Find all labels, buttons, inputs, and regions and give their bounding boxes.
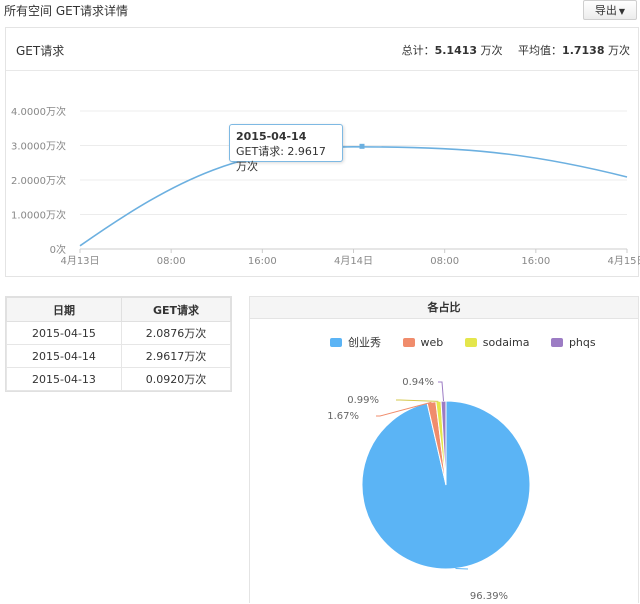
- table-cell-value: 0.0920万次: [120, 367, 232, 391]
- slice-leader-line: [455, 567, 469, 570]
- page-title: 所有空间 GET请求详情: [4, 4, 129, 18]
- tooltip-text: GET请求: 2.9617万次: [236, 145, 326, 173]
- legend-label: sodaima: [482, 336, 530, 349]
- export-button[interactable]: 导出 ▼: [583, 0, 637, 20]
- table-row: 2015-04-13 0.0920万次: [6, 367, 232, 391]
- data-table-panel: 日期 GET请求 2015-04-15 2.0876万次 2015-04-14 …: [5, 296, 232, 392]
- table-cell-date: 2015-04-13: [6, 367, 122, 391]
- legend-swatch: [464, 338, 477, 347]
- slice-leader-line: [396, 399, 439, 402]
- caret-down-icon: ▼: [618, 7, 626, 16]
- export-label: 导出: [594, 4, 617, 17]
- legend-item[interactable]: 创业秀: [330, 334, 381, 350]
- x-tick-label: 4月15日: [607, 255, 640, 267]
- pie-legend: 创业秀 web sodaima phqs: [330, 334, 614, 350]
- pie-chart-panel: 各占比 96.39% 1.67% 0.99% 0.94% 创业秀 web sodaim…: [249, 296, 639, 603]
- table-row: 2015-04-14 2.9617万次: [6, 344, 232, 368]
- legend-label: 创业秀: [348, 336, 381, 349]
- table-cell-date: 2015-04-14: [6, 344, 122, 368]
- x-tick-label: 16:00: [248, 256, 277, 267]
- slice-label: 96.39%: [470, 591, 508, 602]
- x-tick-label: 4月13日: [60, 255, 99, 267]
- y-tick-label: 2.0000万次: [11, 174, 66, 187]
- slice-label: 1.67%: [327, 411, 359, 422]
- x-tick-label: 08:00: [157, 256, 186, 267]
- slice-label: 0.94%: [402, 377, 434, 388]
- legend-label: web: [420, 336, 444, 349]
- slice-label: 0.99%: [347, 395, 379, 406]
- legend-item[interactable]: phqs: [550, 336, 596, 349]
- x-tick-label: 08:00: [430, 256, 459, 267]
- series-line: [79, 146, 628, 247]
- legend-swatch: [550, 338, 563, 347]
- x-tick-label: 16:00: [521, 256, 550, 267]
- legend-swatch: [402, 338, 415, 347]
- y-tick-label: 4.0000万次: [11, 105, 66, 118]
- data-point-marker[interactable]: [359, 143, 365, 149]
- y-tick-label: 0次: [50, 243, 66, 256]
- tooltip-date: 2015-04-14: [236, 130, 307, 143]
- y-tick-label: 3.0000万次: [11, 140, 66, 153]
- x-tick-label: 4月14日: [334, 255, 373, 267]
- legend-item[interactable]: sodaima: [464, 336, 530, 349]
- table-cell-date: 2015-04-15: [6, 321, 122, 345]
- legend-label: phqs: [568, 336, 596, 349]
- table-row: 2015-04-15 2.0876万次: [6, 321, 232, 345]
- y-tick-label: 1.0000万次: [11, 209, 66, 222]
- table-cell-value: 2.0876万次: [120, 321, 232, 345]
- table-header-get: GET请求: [120, 297, 232, 322]
- legend-swatch: [330, 338, 342, 347]
- legend-item[interactable]: web: [402, 336, 444, 349]
- table-header-row: 日期 GET请求: [6, 297, 232, 322]
- data-table: 日期 GET请求 2015-04-15 2.0876万次 2015-04-14 …: [6, 297, 232, 391]
- slice-leader-line: [438, 381, 445, 402]
- chart-tooltip: 2015-04-14 GET请求: 2.9617万次: [229, 124, 343, 173]
- table-header-date: 日期: [6, 297, 122, 322]
- table-cell-value: 2.9617万次: [120, 344, 232, 368]
